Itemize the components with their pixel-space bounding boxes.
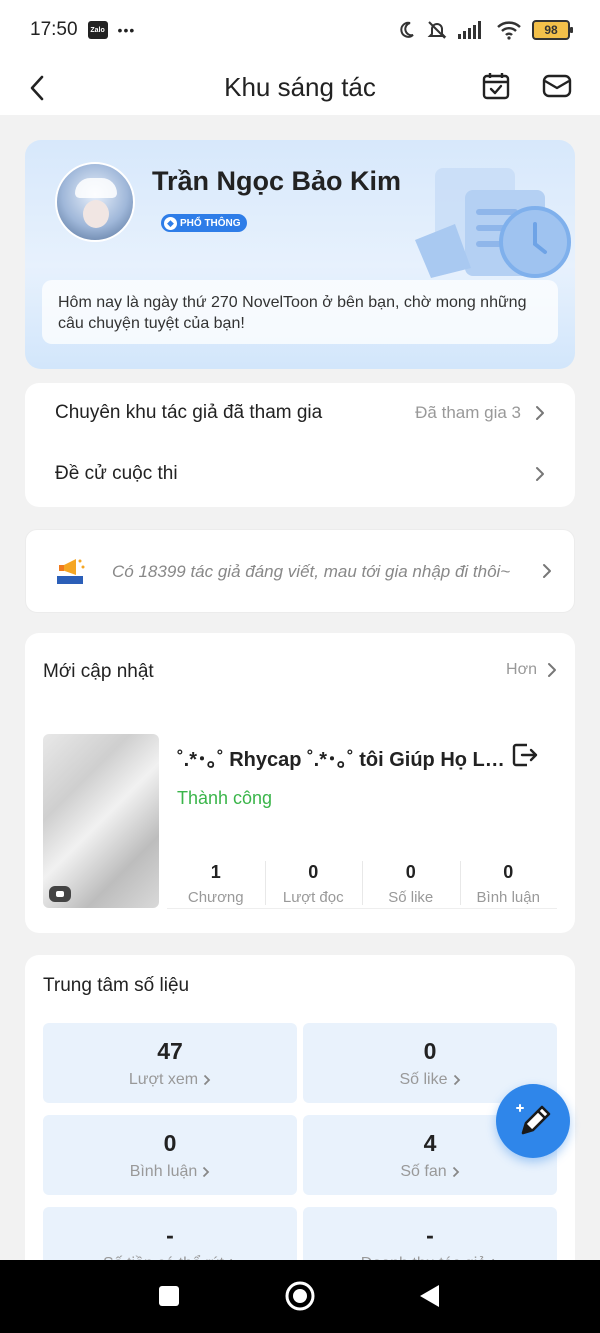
pencil-sparkle-icon (516, 1104, 551, 1135)
chevron-right-icon (543, 564, 551, 578)
back-nav-button[interactable] (413, 1280, 445, 1312)
home-circle-icon (285, 1281, 315, 1311)
chevron-left-icon (30, 75, 44, 101)
more-notifications-icon: ••• (117, 22, 136, 38)
home-button[interactable] (284, 1280, 316, 1312)
chevron-right-icon (536, 406, 544, 420)
more-link-label: Hơn (506, 661, 537, 678)
moon-icon (400, 21, 414, 38)
stat-label: Chương (187, 888, 244, 906)
tile-views[interactable]: 47 Lượt xem (43, 1023, 297, 1103)
zalo-notification-icon: Zalo (87, 21, 108, 39)
welcome-message: Hôm nay là ngày thứ 270 NovelToon ở bên … (42, 280, 558, 344)
data-center-card: Trung tâm số liệu 47 Lượt xem 0 Số like … (25, 955, 575, 1285)
avatar[interactable] (55, 162, 135, 242)
tile-value: 0 (163, 1129, 177, 1156)
tile-label: Lượt xem (128, 1070, 199, 1088)
section-title: Mới cập nhật (43, 661, 154, 682)
stat-chapters: 1 Chương (167, 859, 265, 908)
tile-value: 47 (157, 1037, 183, 1064)
mail-button[interactable] (537, 66, 577, 106)
menu-item-value: Đã tham gia 3 (415, 403, 521, 422)
tile-value: 4 (423, 1129, 437, 1156)
banner-text: Có 18399 tác giả đáng viết, mau tới gia … (112, 561, 511, 581)
section-title: Trung tâm số liệu (43, 975, 190, 996)
chevron-right-icon (203, 1074, 211, 1085)
stat-label: Số like (388, 888, 434, 906)
publish-status: Thành công (177, 788, 273, 808)
back-button[interactable] (22, 68, 52, 108)
calendar-check-button[interactable] (476, 66, 516, 106)
stat-value: 0 (503, 861, 514, 882)
drop-icon: ◆ (164, 216, 177, 230)
joined-author-zones-row[interactable]: Chuyên khu tác giả đã tham gia Đã tham g… (25, 383, 575, 443)
exit-icon[interactable] (511, 741, 539, 769)
stat-value: 0 (405, 861, 416, 882)
stat-comments: 0 Bình luận (459, 859, 558, 908)
contest-nomination-row[interactable]: Đề cử cuộc thi (25, 444, 575, 504)
tile-value: - (426, 1221, 434, 1248)
status-time: 17:50 (30, 19, 78, 40)
more-link[interactable]: Hơn (506, 661, 557, 679)
profile-card: Trần Ngọc Bảo Kim ◆ PHỔ THÔNG Hôm nay là… (25, 140, 575, 369)
book-title[interactable]: ˚.*･｡˚ Rhycap ˚.*･｡˚ tôi Giúp Họ Làm Làn… (177, 743, 507, 772)
chevron-right-icon (203, 1166, 210, 1177)
stat-value: 1 (210, 861, 221, 882)
stat-label: Lượt đọc (282, 888, 344, 906)
write-fab-button[interactable] (496, 1084, 570, 1158)
membership-badge-label: PHỔ THÔNG (180, 217, 241, 229)
tile-comments[interactable]: 0 Bình luận (43, 1115, 297, 1195)
battery-icon: 98 (532, 20, 573, 40)
square-icon (159, 1286, 179, 1306)
recent-updates-card: Mới cập nhật Hơn ˚.*･｡˚ Rhycap ˚.*･｡˚ tô… (25, 633, 575, 933)
app-header: Khu sáng tác (0, 60, 600, 115)
recent-apps-button[interactable] (153, 1280, 185, 1312)
tile-label: Số fan (400, 1162, 447, 1180)
stat-label: Bình luận (476, 888, 540, 906)
mail-icon (542, 74, 572, 98)
stat-reads: 0 Lượt đọc (264, 859, 363, 908)
stat-likes: 0 Số like (362, 859, 460, 908)
wifi-icon (497, 21, 521, 40)
writing-illustration-icon (415, 168, 571, 278)
username: Trần Ngọc Bảo Kim (152, 166, 402, 196)
signal-icon (458, 21, 481, 39)
tile-value: - (166, 1221, 174, 1248)
tile-label: Số like (399, 1070, 448, 1088)
comic-bubble-icon (49, 886, 71, 902)
join-authors-banner[interactable]: Có 18399 tác giả đáng viết, mau tới gia … (25, 529, 575, 613)
menu-item-label: Đề cử cuộc thi (55, 463, 178, 484)
tile-value: 0 (423, 1037, 437, 1064)
chevron-right-icon (453, 1074, 460, 1085)
system-nav-bar (0, 1260, 600, 1333)
status-bar: 17:50 Zalo ••• 98 (0, 0, 600, 60)
chevron-right-icon (548, 663, 556, 677)
mute-bell-icon (427, 21, 447, 39)
page-title: Khu sáng tác (224, 72, 376, 102)
chevron-right-icon (452, 1166, 459, 1177)
calendar-check-icon (482, 73, 510, 100)
menu-card: Chuyên khu tác giả đã tham gia Đã tham g… (25, 383, 575, 507)
megaphone-icon (57, 559, 85, 584)
triangle-back-icon (420, 1285, 439, 1307)
chevron-right-icon (536, 467, 544, 481)
stat-value: 0 (308, 861, 319, 882)
menu-item-label: Chuyên khu tác giả đã tham gia (55, 402, 323, 423)
book-cover[interactable] (43, 734, 159, 908)
book-stats: 1 Chương 0 Lượt đọc 0 Số like 0 Bình luậ… (167, 859, 557, 909)
membership-badge: ◆ PHỔ THÔNG (161, 214, 247, 232)
tile-label: Bình luận (129, 1162, 198, 1180)
